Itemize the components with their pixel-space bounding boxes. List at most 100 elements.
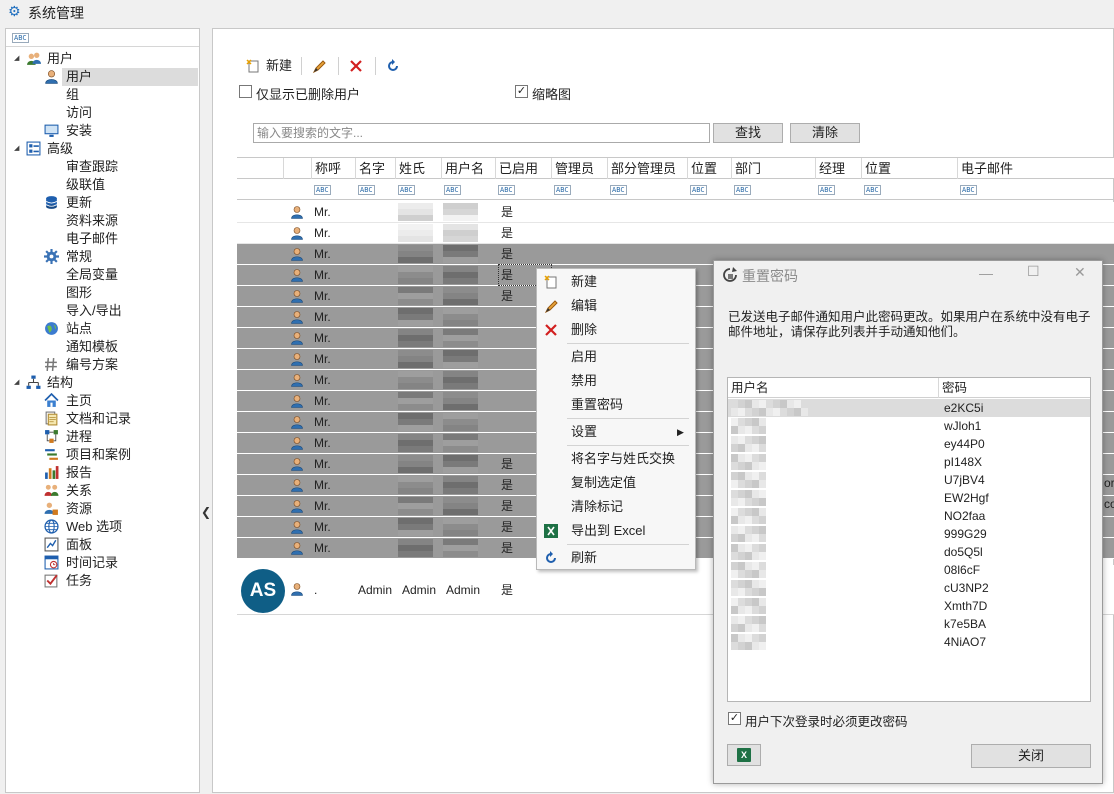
password-row[interactable]: 999G29 bbox=[728, 525, 1090, 543]
sidebar-item[interactable]: 关系 bbox=[6, 482, 199, 500]
sidebar-item[interactable]: 审查跟踪 bbox=[6, 158, 199, 176]
context-menu-item[interactable]: 导出到 Excel bbox=[537, 520, 695, 542]
column-header[interactable]: 称呼 bbox=[311, 158, 355, 179]
column-filter-icon[interactable]: ABC bbox=[690, 185, 707, 195]
column-filter-icon[interactable]: ABC bbox=[554, 185, 571, 195]
sidebar-item[interactable]: ◢ 结构 bbox=[6, 374, 199, 392]
column-password[interactable]: 密码 bbox=[939, 378, 1090, 398]
sidebar-item[interactable]: 主页 bbox=[6, 392, 199, 410]
column-username[interactable]: 用户名 bbox=[728, 378, 939, 398]
sidebar-item[interactable]: ◢ 用户 bbox=[6, 50, 199, 68]
context-menu-item[interactable]: 刷新 bbox=[537, 547, 695, 569]
expand-arrow-icon[interactable]: ◢ bbox=[14, 140, 19, 158]
password-row[interactable]: k7e5BA bbox=[728, 615, 1090, 633]
password-row[interactable]: 4NiAO7 bbox=[728, 633, 1090, 651]
column-filter-icon[interactable]: ABC bbox=[398, 185, 415, 195]
context-menu-item[interactable]: 编辑 bbox=[537, 295, 695, 317]
column-header[interactable]: 用户名 bbox=[441, 158, 495, 179]
sidebar-item[interactable]: 时间记录 bbox=[6, 554, 199, 572]
sidebar-item[interactable]: 任务 bbox=[6, 572, 199, 590]
sidebar-item[interactable]: 安装 bbox=[6, 122, 199, 140]
grid-header-cell[interactable] bbox=[237, 158, 283, 179]
column-header[interactable]: 电子邮件 bbox=[957, 158, 1114, 179]
column-header[interactable]: 姓氏 bbox=[395, 158, 441, 179]
context-menu-item[interactable]: 新建 bbox=[537, 271, 695, 293]
password-row[interactable]: EW2Hgf bbox=[728, 489, 1090, 507]
must-change-password-checkbox[interactable]: ✓ bbox=[728, 712, 741, 725]
sidebar-item[interactable]: 访问 bbox=[6, 104, 199, 122]
sidebar-item[interactable]: 项目和案例 bbox=[6, 446, 199, 464]
context-menu-item[interactable]: 设置 ▶ bbox=[537, 421, 695, 443]
export-excel-button[interactable]: X bbox=[727, 744, 761, 766]
edit-button[interactable] bbox=[310, 55, 330, 77]
new-button[interactable]: 新建 bbox=[246, 55, 296, 77]
refresh-button[interactable] bbox=[384, 55, 404, 77]
minimize-icon[interactable]: — bbox=[979, 265, 993, 281]
column-header[interactable]: 部分管理员 bbox=[607, 158, 687, 179]
sidebar-item[interactable]: 资源 bbox=[6, 500, 199, 518]
sidebar-item[interactable]: 全局变量 bbox=[6, 266, 199, 284]
sidebar-item[interactable]: 通知模板 bbox=[6, 338, 199, 356]
sidebar-item[interactable]: 站点 bbox=[6, 320, 199, 338]
search-input[interactable]: 输入要搜索的文字... bbox=[253, 123, 710, 143]
column-filter-icon[interactable]: ABC bbox=[818, 185, 835, 195]
close-icon[interactable]: ✕ bbox=[1074, 264, 1086, 281]
collapse-sidebar-icon[interactable]: ❮ bbox=[201, 505, 211, 519]
column-filter-icon[interactable]: ABC bbox=[314, 185, 331, 195]
clear-button[interactable]: 清除 bbox=[790, 123, 860, 143]
sidebar-item[interactable]: 文档和记录 bbox=[6, 410, 199, 428]
expand-arrow-icon[interactable]: ◢ bbox=[14, 374, 19, 392]
column-header[interactable]: 部门 bbox=[731, 158, 815, 179]
column-header[interactable]: 已启用 bbox=[495, 158, 551, 179]
context-menu-item[interactable]: 将名字与姓氏交换 bbox=[537, 448, 695, 470]
password-row[interactable]: NO2faa bbox=[728, 507, 1090, 525]
password-list[interactable]: 用户名 密码 e2KC5i wJloh1 ey44P0 pI148X U7jBV4 EW2… bbox=[727, 377, 1091, 702]
maximize-icon[interactable]: ☐ bbox=[1027, 263, 1040, 280]
column-filter-icon[interactable]: ABC bbox=[960, 185, 977, 195]
table-row[interactable]: Mr. 是 bbox=[237, 223, 1114, 244]
sidebar-item[interactable]: 组 bbox=[6, 86, 199, 104]
delete-button[interactable] bbox=[347, 55, 367, 77]
column-filter-icon[interactable]: ABC bbox=[358, 185, 375, 195]
table-row[interactable]: Mr. 是 bbox=[237, 202, 1114, 223]
column-header[interactable]: 经理 bbox=[815, 158, 861, 179]
sidebar-item[interactable]: ◢ 高级 bbox=[6, 140, 199, 158]
sidebar-item[interactable]: 更新 bbox=[6, 194, 199, 212]
close-button[interactable]: 关闭 bbox=[971, 744, 1091, 768]
context-menu-item[interactable]: 重置密码 bbox=[537, 394, 695, 416]
password-row[interactable]: cU3NP2 bbox=[728, 579, 1090, 597]
sidebar-item[interactable]: 级联值 bbox=[6, 176, 199, 194]
column-filter-icon[interactable]: ABC bbox=[864, 185, 881, 195]
column-filter-icon[interactable]: ABC bbox=[734, 185, 751, 195]
column-header[interactable]: 位置 bbox=[687, 158, 731, 179]
column-header[interactable]: 位置 bbox=[861, 158, 957, 179]
password-row[interactable]: U7jBV4 bbox=[728, 471, 1090, 489]
sidebar-item[interactable]: 图形 bbox=[6, 284, 199, 302]
password-row[interactable]: 08l6cF bbox=[728, 561, 1090, 579]
context-menu-item[interactable]: 删除 bbox=[537, 319, 695, 341]
sidebar-item[interactable]: 常规 bbox=[6, 248, 199, 266]
context-menu-item[interactable]: 禁用 bbox=[537, 370, 695, 392]
column-filter-icon[interactable]: ABC bbox=[610, 185, 627, 195]
sidebar-item[interactable]: 资料来源 bbox=[6, 212, 199, 230]
sidebar-item[interactable]: 电子邮件 bbox=[6, 230, 199, 248]
sidebar-item[interactable]: Web 选项 bbox=[6, 518, 199, 536]
context-menu-item[interactable]: 复制选定值 bbox=[537, 472, 695, 494]
column-header[interactable]: 管理员 bbox=[551, 158, 607, 179]
sidebar-item[interactable]: 用户 bbox=[6, 68, 199, 86]
column-header[interactable]: 名字 bbox=[355, 158, 395, 179]
password-row[interactable]: ey44P0 bbox=[728, 435, 1090, 453]
sidebar-item[interactable]: 面板 bbox=[6, 536, 199, 554]
thumbnail-checkbox[interactable]: ✓ bbox=[515, 85, 528, 98]
context-menu-item[interactable]: 清除标记 bbox=[537, 496, 695, 518]
password-row[interactable]: Xmth7D bbox=[728, 597, 1090, 615]
password-row[interactable]: pI148X bbox=[728, 453, 1090, 471]
sidebar-item[interactable]: 进程 bbox=[6, 428, 199, 446]
password-row[interactable]: wJloh1 bbox=[728, 417, 1090, 435]
find-button[interactable]: 查找 bbox=[713, 123, 783, 143]
show-deleted-checkbox[interactable] bbox=[239, 85, 252, 98]
column-filter-icon[interactable]: ABC bbox=[444, 185, 461, 195]
text-filter-icon[interactable]: ABC bbox=[12, 33, 29, 43]
grid-header-cell[interactable] bbox=[283, 158, 311, 179]
sidebar-item[interactable]: 编号方案 bbox=[6, 356, 199, 374]
